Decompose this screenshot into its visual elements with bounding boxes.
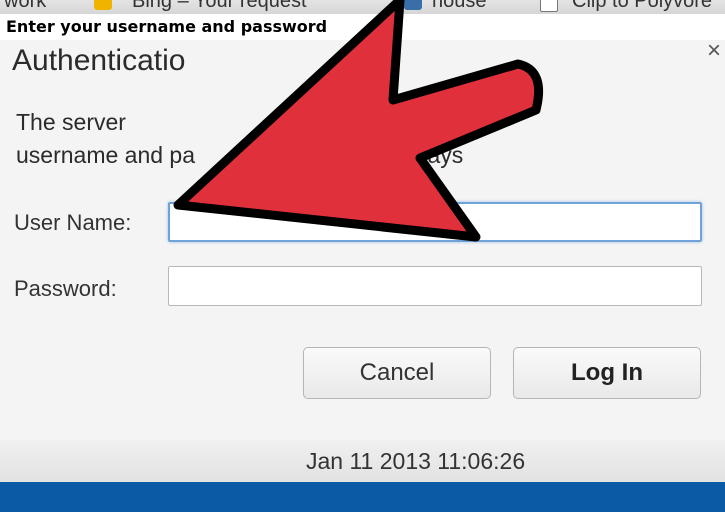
password-field[interactable] [168, 266, 702, 306]
folder-icon [404, 0, 422, 10]
dialog-message: The server username and pa [16, 106, 195, 172]
username-label: User Name: [14, 210, 132, 235]
cancel-button[interactable]: Cancel [303, 347, 491, 399]
status-strip: Jan 11 2013 11:06:26 [0, 440, 725, 482]
checkbox-icon[interactable] [540, 0, 558, 12]
bookmarks-bar: work Bing – Your request house Clip to P… [0, 0, 725, 14]
caption: Enter your username and password [0, 14, 725, 40]
bookmark-clip-to-polyvore[interactable]: Clip to Polyvore [572, 0, 712, 13]
bookmark-bing[interactable]: Bing – Your request [132, 0, 307, 13]
login-button[interactable]: Log In [513, 347, 701, 399]
authentication-dialog: × Authenticatio The server username and … [0, 39, 725, 440]
blue-footer-bar [0, 482, 725, 512]
bottom-edge [0, 512, 725, 519]
dialog-message-line1: The server [16, 109, 126, 135]
close-icon[interactable]: × [703, 39, 725, 63]
dialog-message-line2: username and pa [16, 142, 196, 168]
username-field[interactable] [168, 202, 702, 242]
dialog-message-tail: says [416, 142, 464, 168]
bookmark-work[interactable]: work [4, 0, 46, 13]
bing-favicon-icon [94, 0, 112, 10]
bookmark-house[interactable]: house [432, 0, 487, 13]
dialog-title: Authenticatio [12, 44, 186, 77]
password-label: Password: [14, 276, 117, 301]
timestamp: Jan 11 2013 11:06:26 [306, 448, 526, 474]
